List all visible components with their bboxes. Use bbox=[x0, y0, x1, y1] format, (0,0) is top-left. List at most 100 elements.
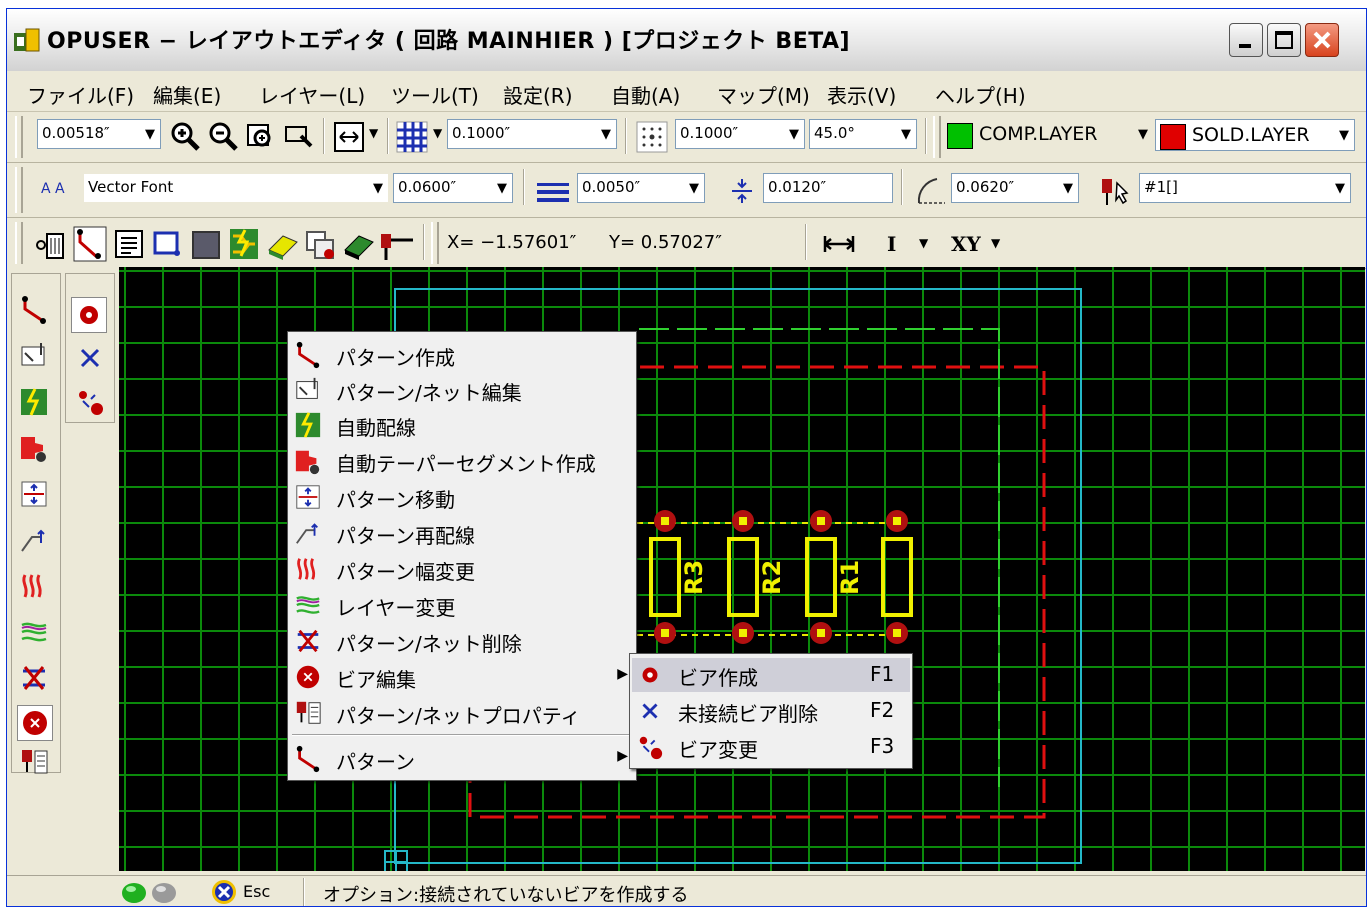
arc-size-combo[interactable]: 0.0620″ ▼ bbox=[951, 173, 1079, 203]
menu-item-pattern-reroute[interactable]: パターン再配線 bbox=[290, 516, 634, 550]
zoom-window-icon[interactable] bbox=[245, 120, 279, 154]
menu-item-pattern-create[interactable]: パターン作成 bbox=[290, 338, 634, 372]
menu-item-via-edit[interactable]: ビア編集 ▶ bbox=[290, 660, 634, 694]
resistor-unlabeled[interactable] bbox=[881, 510, 913, 644]
via-change-tool-icon[interactable] bbox=[75, 387, 105, 417]
pattern-reroute-tool-icon[interactable] bbox=[19, 525, 49, 555]
chevron-down-icon[interactable]: ▼ bbox=[433, 126, 442, 140]
resistor-r2[interactable]: R2 bbox=[727, 510, 786, 644]
resistor-r3[interactable]: R3 bbox=[649, 510, 708, 644]
menu-settings[interactable]: 設定(R) bbox=[503, 80, 573, 109]
text-size-combo[interactable]: 0.0600″ ▼ bbox=[393, 173, 513, 203]
auto-route-tool-icon[interactable] bbox=[19, 387, 49, 417]
chevron-down-icon[interactable]: ▼ bbox=[369, 126, 378, 140]
menu-layer[interactable]: レイヤー(L) bbox=[259, 80, 365, 109]
menu-item-label: 自動テーパーセグメント作成 bbox=[336, 452, 596, 476]
submenu-item-via-create[interactable]: ビア作成 F1 bbox=[632, 658, 910, 692]
unconnected-via-delete-tool-icon[interactable] bbox=[75, 343, 105, 373]
rectangle-tool-icon[interactable] bbox=[151, 228, 185, 262]
zoom-area-icon[interactable] bbox=[283, 120, 317, 154]
menu-item-layer-change[interactable]: レイヤー変更 bbox=[290, 588, 634, 622]
mode-xy-button[interactable]: XY bbox=[951, 232, 981, 256]
auto-taper-tool-icon[interactable] bbox=[19, 433, 49, 463]
minimize-button[interactable] bbox=[1229, 23, 1263, 57]
line-width-combo[interactable]: 0.0050″ ▼ bbox=[577, 173, 705, 203]
toolbar-grip[interactable] bbox=[15, 222, 23, 264]
menu-item-label: パターン/ネット削除 bbox=[336, 632, 522, 656]
menu-edit[interactable]: 編集(E) bbox=[153, 80, 221, 109]
menu-item-auto-route[interactable]: 自動配線 bbox=[290, 408, 634, 442]
menu-file[interactable]: ファイル(F) bbox=[27, 80, 134, 109]
zoom-in-icon[interactable] bbox=[169, 120, 203, 154]
chevron-down-icon: ▼ bbox=[1339, 128, 1349, 143]
layer-change-tool-icon[interactable] bbox=[19, 617, 49, 647]
component-icon[interactable] bbox=[33, 228, 69, 262]
submenu-item-via-change[interactable]: ビア変更 F3 bbox=[632, 730, 910, 764]
auto-route-tool-icon[interactable] bbox=[227, 226, 261, 262]
zoom-out-icon[interactable] bbox=[207, 120, 241, 154]
resistor-r1[interactable]: R1 bbox=[805, 510, 864, 644]
menu-item-pattern-width-change[interactable]: パターン幅変更 bbox=[290, 552, 634, 586]
menu-item-pattern-net-edit[interactable]: パターン/ネット編集 bbox=[290, 373, 634, 407]
via-create-tool-selected[interactable] bbox=[71, 297, 107, 333]
submenu-item-unconnected-via-delete[interactable]: 未接続ビア削除 F2 bbox=[632, 694, 910, 728]
fill-area-icon[interactable] bbox=[189, 228, 223, 262]
menu-tool[interactable]: ツール(T) bbox=[391, 80, 479, 109]
pattern-move-tool-icon[interactable] bbox=[19, 479, 49, 509]
sold-layer-swatch bbox=[1160, 124, 1186, 150]
copy-layer-icon[interactable] bbox=[303, 228, 339, 262]
chevron-down-icon[interactable]: ▼ bbox=[991, 236, 1000, 250]
menu-item-pattern-net-property[interactable]: パターン/ネットプロパティ bbox=[290, 696, 634, 730]
net-combo[interactable]: #1[] ▼ bbox=[1139, 173, 1351, 203]
left-tool-panel bbox=[7, 267, 119, 879]
resistor-label-r1: R1 bbox=[836, 560, 864, 595]
pattern-edit-tool-icon[interactable] bbox=[19, 341, 49, 371]
maximize-icon bbox=[1275, 31, 1293, 49]
menu-auto[interactable]: 自動(A) bbox=[611, 80, 680, 109]
comp-layer-combo[interactable]: COMP.LAYER ▼ bbox=[943, 119, 1153, 151]
menu-item-pattern-move[interactable]: パターン移動 bbox=[290, 480, 634, 514]
pattern-create-tool-icon[interactable] bbox=[19, 295, 49, 325]
toolbar-grip[interactable] bbox=[431, 222, 439, 264]
snap-grid-combo[interactable]: 0.1000″ ▼ bbox=[675, 119, 805, 149]
submenu-item-label: ビア変更 bbox=[678, 738, 758, 762]
via-edit-tool-selected[interactable] bbox=[17, 705, 53, 741]
pattern-route-icon[interactable] bbox=[73, 226, 107, 262]
chevron-down-icon[interactable]: ▼ bbox=[919, 236, 928, 250]
toolbar-grip[interactable] bbox=[15, 167, 23, 213]
menu-item-auto-taper-segment[interactable]: 自動テーパーセグメント作成 bbox=[290, 444, 634, 478]
text-tool-icon[interactable] bbox=[113, 228, 147, 262]
maximize-button[interactable] bbox=[1267, 23, 1301, 57]
pattern-delete-tool-icon[interactable] bbox=[19, 663, 49, 693]
clearance-field[interactable]: 0.0120″ bbox=[763, 173, 893, 203]
net-probe-icon[interactable] bbox=[379, 226, 415, 262]
measure-icon[interactable] bbox=[821, 232, 857, 256]
mode-i-button[interactable]: I bbox=[887, 232, 896, 256]
net-pick-icon[interactable] bbox=[1097, 173, 1135, 207]
toolbar-separator bbox=[423, 224, 425, 260]
toolbar-grip[interactable] bbox=[15, 116, 23, 158]
pattern-width-tool-icon[interactable] bbox=[19, 571, 49, 601]
eraser-icon[interactable] bbox=[265, 228, 301, 262]
toolbar-grip[interactable] bbox=[933, 116, 941, 158]
sold-layer-combo[interactable]: SOLD.LAYER ▼ bbox=[1155, 119, 1355, 151]
grid-icon[interactable] bbox=[395, 120, 429, 154]
status-green-led-icon bbox=[122, 883, 146, 903]
menu-item-pattern-net-delete[interactable]: パターン/ネット削除 bbox=[290, 624, 634, 658]
grid-size-combo[interactable]: 0.1000″ ▼ bbox=[447, 119, 617, 149]
menu-help[interactable]: ヘルプ(H) bbox=[935, 80, 1026, 109]
menu-item-pattern[interactable]: パターン ▶ bbox=[290, 742, 634, 776]
pattern-property-tool-icon[interactable] bbox=[19, 747, 49, 777]
zoom-combo[interactable]: 0.00518″ ▼ bbox=[37, 119, 161, 149]
eraser-green-icon[interactable] bbox=[341, 228, 377, 262]
line-width-value: 0.0050″ bbox=[582, 178, 641, 196]
menu-view[interactable]: 表示(V) bbox=[827, 80, 896, 109]
snap-grid-icon[interactable] bbox=[635, 120, 669, 154]
menu-map[interactable]: マップ(M) bbox=[717, 80, 810, 109]
fit-width-icon[interactable] bbox=[333, 121, 365, 153]
close-button[interactable] bbox=[1305, 23, 1339, 57]
esc-button[interactable]: Esc bbox=[211, 879, 291, 905]
angle-combo[interactable]: 45.0° ▼ bbox=[809, 119, 917, 149]
title-bar[interactable]: OPUSER − レイアウトエディタ ( 回路 MAINHIER ) [プロジェ… bbox=[7, 9, 1366, 72]
font-combo[interactable]: Vector Font ▼ bbox=[83, 173, 389, 203]
